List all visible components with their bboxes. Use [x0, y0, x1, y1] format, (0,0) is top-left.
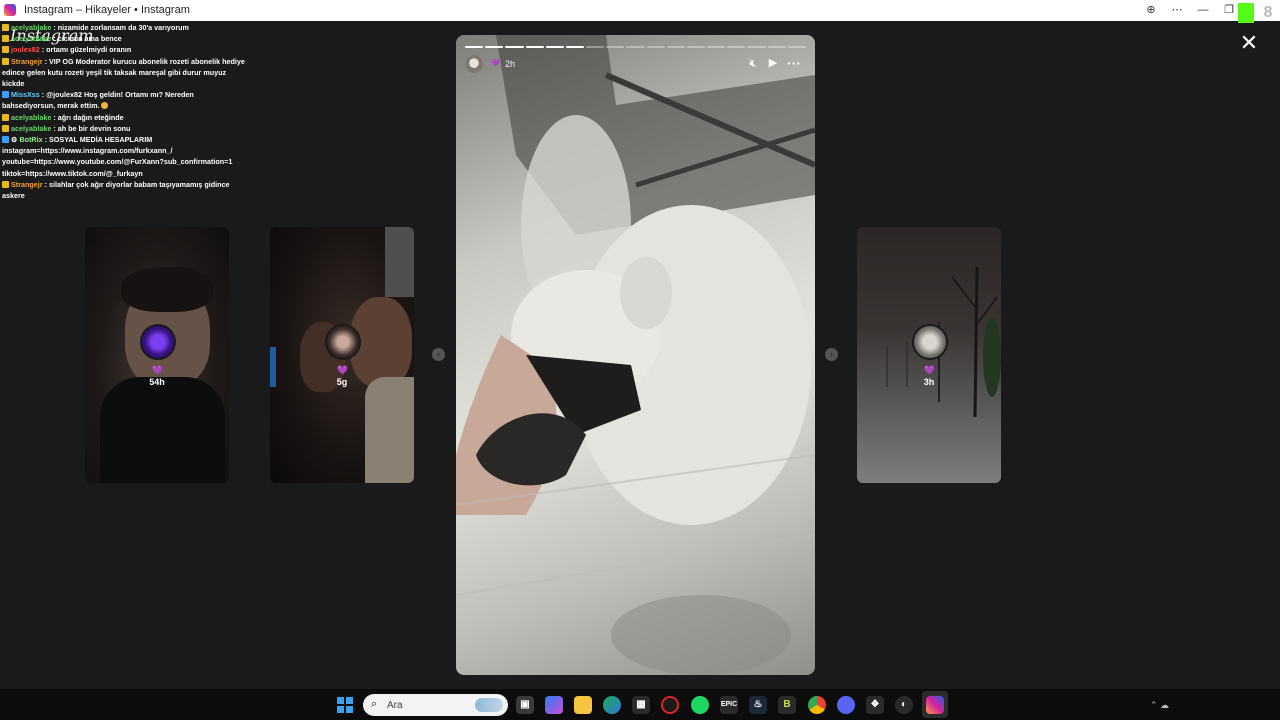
stream-chat-overlay: acelyablake : nizamide zorlansam da 30'a… [2, 22, 247, 201]
progress-segment [686, 46, 706, 48]
previous-story-button[interactable]: ‹ [432, 348, 445, 361]
progress-segment [606, 46, 625, 48]
active-story[interactable]: 💜 2h 🔇︎ ▶ ··· [456, 35, 815, 675]
progress-segment [586, 46, 605, 48]
progress-segment [485, 46, 504, 48]
edge-icon[interactable] [603, 696, 621, 714]
window-title: Instagram – Hikayeler • Instagram [24, 4, 190, 16]
progress-segment [707, 46, 726, 48]
story-avatar [325, 324, 361, 360]
progress-segment [525, 46, 544, 48]
chat-message: acelyablake : cicimin ama bence [2, 33, 247, 44]
opera-gx-icon[interactable] [661, 696, 679, 714]
progress-segment [505, 46, 524, 48]
story-preview[interactable]: 💜 54h [85, 227, 229, 483]
store-icon[interactable]: ▦ [632, 696, 650, 714]
progress-segment [747, 46, 766, 48]
chat-message: joulex82 : ortamı güzelmiydi oranın [2, 44, 247, 55]
story-photo [456, 35, 815, 675]
heart-icon: 💜 [924, 365, 936, 375]
chrome-icon[interactable] [808, 696, 826, 714]
taskbar-search[interactable]: ⌕ Ara [363, 694, 508, 716]
progress-segment [767, 46, 786, 48]
progress-segment [545, 46, 564, 48]
story-time: 2h [505, 59, 516, 69]
story-time: 5g [336, 377, 348, 387]
heart-icon: 💜 [337, 365, 349, 375]
progress-segment [565, 46, 585, 48]
progress-segment [626, 46, 645, 48]
windows-taskbar: ⌕ Ara ▣ ▦ EPIC ♨ B ❖ ◐ ⌃ ☁ [0, 689, 1280, 720]
heart-icon: 💜 [491, 60, 500, 67]
copilot-icon[interactable] [545, 696, 563, 714]
chat-message: Strangejr : silahlar çok ağır diyorlar b… [2, 179, 230, 201]
stream-overlay-badge: 8 [1263, 4, 1273, 21]
progress-segment [465, 46, 484, 48]
instagram-app-icon [4, 4, 16, 16]
discord-icon[interactable] [837, 696, 855, 714]
menu-dots-icon[interactable]: ⋯ [1166, 2, 1188, 19]
story-progress-bar [465, 46, 806, 48]
chat-message: acelyablake : nizamide zorlansam da 30'a… [2, 22, 247, 33]
steam-icon[interactable]: ♨ [749, 696, 767, 714]
search-icon: ⌕ [371, 698, 378, 710]
chat-message: Strangejr : VIP OG Moderator kurucu abon… [2, 56, 245, 89]
obs-icon[interactable]: ◐ [895, 696, 913, 714]
emote-icon [101, 102, 109, 110]
story-time: 54h [149, 377, 165, 387]
spotify-icon[interactable] [691, 696, 709, 714]
chat-message: acelyablake : ah be bir devrin sonu [2, 123, 247, 134]
progress-segment [727, 46, 746, 48]
heart-icon: 💜 [152, 365, 164, 375]
mute-icon[interactable]: 🔇︎ [746, 56, 760, 70]
browser-title-bar: Instagram – Hikayeler • Instagram ⊕ ⋯ — … [0, 0, 1280, 21]
chat-message: MissXss : @joulex82 Hoş geldin! Ortamı m… [2, 90, 194, 111]
zoom-icon[interactable]: ⊕ [1140, 2, 1162, 19]
story-preview[interactable]: 💜 5g [270, 227, 414, 483]
story-avatar [912, 324, 948, 360]
app-grid-icon[interactable]: ❖ [866, 696, 884, 714]
story-preview[interactable]: 💜 3h [857, 227, 1001, 483]
chat-message: ⚙ BotRix : SOSYAL MEDİA HESAPLARIM insta… [2, 135, 233, 178]
maximize-button[interactable]: ❐ [1218, 2, 1240, 19]
progress-segment [666, 46, 685, 48]
story-author-avatar[interactable] [465, 55, 483, 73]
app-b-icon[interactable]: B [778, 696, 796, 714]
start-icon[interactable] [337, 697, 353, 713]
search-placeholder: Ara [387, 700, 403, 711]
story-avatar [140, 324, 176, 360]
close-icon[interactable]: ✕ [1239, 32, 1259, 54]
kick-logo-overlay [1238, 3, 1254, 23]
minimize-button[interactable]: — [1192, 2, 1214, 19]
more-icon[interactable]: ··· [786, 56, 802, 70]
chat-message: acelyablake : ağrı dağın eteğinde [2, 112, 247, 123]
progress-segment [787, 46, 806, 48]
play-icon[interactable]: ▶ [766, 56, 780, 70]
epic-games-icon[interactable]: EPIC [720, 696, 738, 714]
task-view-icon[interactable]: ▣ [516, 696, 534, 714]
file-explorer-icon[interactable] [574, 696, 592, 714]
progress-segment [646, 46, 665, 48]
next-story-button[interactable]: › [825, 348, 838, 361]
system-tray-icon[interactable]: ⌃ ☁ [1150, 700, 1169, 711]
story-time: 3h [923, 377, 935, 387]
search-highlight-icon [475, 698, 503, 712]
instagram-taskbar-icon[interactable] [926, 696, 944, 714]
